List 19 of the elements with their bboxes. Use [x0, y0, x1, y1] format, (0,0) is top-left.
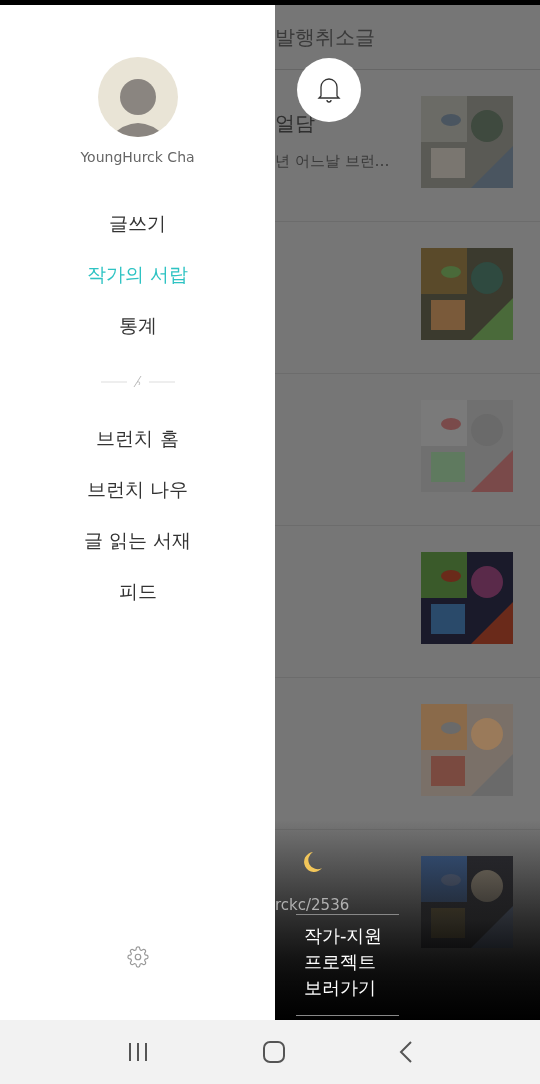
- menu-item[interactable]: 브런치 나우: [0, 464, 275, 515]
- page-title: 발행취소글: [275, 24, 375, 51]
- banner-text: 작가-지원: [304, 924, 384, 948]
- menu-item[interactable]: 통계: [0, 300, 275, 351]
- profile-name: YoungHurck Cha: [80, 148, 195, 167]
- banner-text: 보러가기: [304, 976, 377, 1000]
- post-excerpt: 년 어느날 브런…: [275, 151, 391, 172]
- home-icon[interactable]: [263, 1041, 285, 1063]
- banner-text: 프로젝트: [304, 950, 377, 974]
- menu-item[interactable]: 피드: [0, 566, 275, 617]
- menu-item[interactable]: 글 읽는 서재: [0, 515, 275, 566]
- back-icon[interactable]: [399, 1041, 413, 1063]
- menu-item[interactable]: 브런치 홈: [0, 413, 275, 464]
- settings-icon[interactable]: [126, 946, 149, 968]
- recent-apps-icon[interactable]: [127, 1042, 149, 1062]
- menu-item[interactable]: 글쓰기: [0, 198, 275, 249]
- bell-icon: [316, 76, 342, 104]
- post-title: 얼담: [275, 110, 316, 137]
- pen-divider-icon: [100, 375, 175, 389]
